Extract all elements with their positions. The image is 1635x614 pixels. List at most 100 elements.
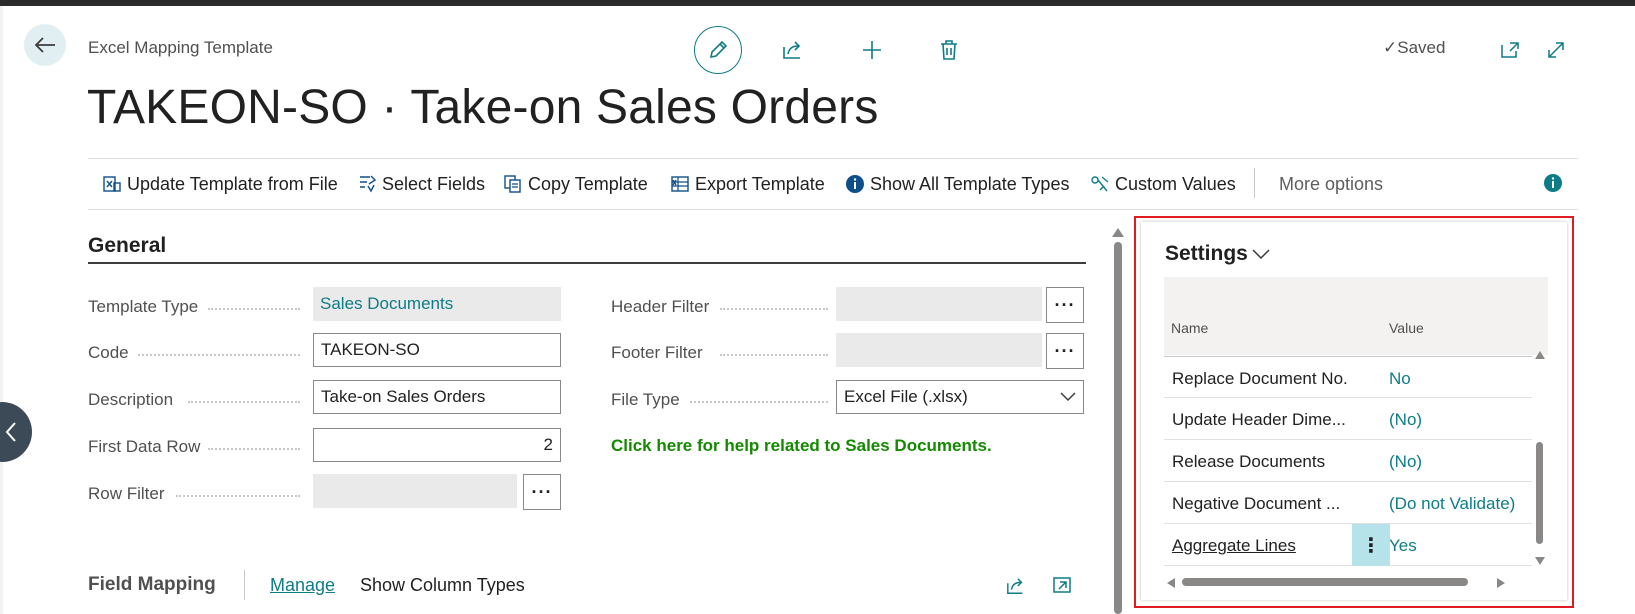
- setting-value[interactable]: (Do not Validate): [1389, 494, 1515, 514]
- expand-icon: [1548, 42, 1564, 58]
- row-filter-label: Row Filter: [88, 484, 165, 503]
- share-icon: [1007, 578, 1023, 594]
- excel-export-icon: [671, 176, 689, 192]
- settings-title-label: Settings: [1165, 242, 1248, 265]
- scroll-down-icon: [1535, 557, 1545, 565]
- add-button[interactable]: [848, 26, 896, 74]
- column-header-name[interactable]: Name: [1171, 320, 1208, 336]
- column-header-value[interactable]: Value: [1389, 320, 1424, 336]
- field-mapping-expand-button[interactable]: [1052, 576, 1072, 599]
- help-link[interactable]: Click here for help related to Sales Doc…: [611, 436, 992, 456]
- open-new-window-button[interactable]: [1486, 26, 1534, 74]
- copy-template-label: Copy Template: [528, 173, 648, 194]
- info-icon: [1544, 174, 1562, 192]
- copy-icon: [504, 175, 521, 193]
- saved-status: ✓Saved: [1383, 38, 1445, 58]
- scroll-up-icon: [1535, 351, 1545, 359]
- setting-value[interactable]: (No): [1389, 410, 1422, 430]
- chevron-left-icon: [5, 422, 16, 442]
- chevron-down-icon: [1252, 249, 1270, 259]
- first-data-row-input[interactable]: 2: [313, 428, 561, 462]
- file-type-select[interactable]: Excel File (.xlsx): [836, 380, 1084, 414]
- settings-row[interactable]: Update Header Dime... (No): [1164, 398, 1532, 440]
- collapse-navigation-button[interactable]: [0, 402, 32, 462]
- first-data-row-label: First Data Row: [88, 437, 201, 456]
- more-options-button[interactable]: More options: [1279, 170, 1383, 198]
- saved-label: Saved: [1397, 38, 1446, 57]
- copy-template-button[interactable]: Copy Template: [503, 170, 648, 198]
- select-fields-icon: [360, 175, 377, 193]
- back-button[interactable]: [24, 24, 66, 66]
- settings-horizontal-scrollbar[interactable]: [1164, 574, 1544, 590]
- description-input[interactable]: Take-on Sales Orders: [313, 380, 561, 414]
- field-mapping-share-button[interactable]: [1005, 576, 1027, 601]
- scroll-thumb[interactable]: [1536, 442, 1543, 544]
- settings-row[interactable]: Release Documents (No): [1164, 440, 1532, 482]
- row-filter-field[interactable]: [313, 474, 517, 508]
- row-filter-assist-button[interactable]: ···: [523, 474, 561, 510]
- settings-vertical-scrollbar[interactable]: [1532, 350, 1548, 568]
- checkmark-icon: ✓: [1383, 38, 1398, 57]
- excel-update-icon: [103, 176, 121, 192]
- show-all-template-types-label: Show All Template Types: [870, 173, 1070, 194]
- code-input[interactable]: TAKEON-SO: [313, 333, 561, 367]
- scroll-thumb[interactable]: [1114, 242, 1122, 614]
- breadcrumb[interactable]: Excel Mapping Template: [88, 38, 273, 58]
- show-column-types-button[interactable]: Show Column Types: [360, 575, 525, 596]
- setting-name: Update Header Dime...: [1172, 410, 1346, 429]
- select-fields-label: Select Fields: [382, 173, 486, 194]
- show-all-template-types-button[interactable]: Show All Template Types: [845, 170, 1069, 198]
- info-pane-button[interactable]: [1543, 173, 1563, 198]
- settings-row[interactable]: Replace Document No. No: [1164, 356, 1532, 398]
- custom-values-button[interactable]: Custom Values: [1090, 170, 1236, 198]
- share-button[interactable]: [769, 26, 817, 74]
- update-template-button[interactable]: Update Template from File: [102, 170, 338, 198]
- export-template-button[interactable]: Export Template: [670, 170, 825, 198]
- general-section-title[interactable]: General: [88, 234, 166, 258]
- setting-name: Release Documents: [1172, 452, 1326, 471]
- settings-row[interactable]: Negative Document ... (Do not Validate): [1164, 482, 1532, 524]
- footer-filter-field[interactable]: [836, 333, 1042, 367]
- leader-dots: [176, 495, 300, 497]
- template-type-field[interactable]: Sales Documents: [313, 287, 561, 321]
- delete-button[interactable]: [925, 26, 973, 74]
- code-label: Code: [88, 343, 129, 362]
- scroll-thumb[interactable]: [1182, 578, 1468, 586]
- settings-grid-header: [1164, 277, 1548, 355]
- open-new-window-icon: [1501, 42, 1519, 58]
- leader-dots: [720, 354, 828, 356]
- leader-dots: [208, 448, 300, 450]
- content-scrollbar[interactable]: [1111, 222, 1125, 614]
- field-mapping-title[interactable]: Field Mapping: [88, 574, 216, 596]
- manage-tab[interactable]: Manage: [270, 575, 335, 596]
- leader-dots: [138, 354, 300, 356]
- header-filter-field[interactable]: [836, 287, 1042, 321]
- settings-title[interactable]: Settings: [1165, 242, 1270, 266]
- footer-filter-assist-button[interactable]: ···: [1046, 333, 1084, 369]
- settings-row-selected[interactable]: Aggregate Lines Yes: [1164, 524, 1532, 566]
- add-icon: [863, 41, 881, 59]
- setting-value[interactable]: No: [1389, 369, 1411, 389]
- leader-dots: [208, 308, 300, 310]
- setting-name[interactable]: Aggregate Lines: [1172, 536, 1296, 556]
- field-mapping-separator: [244, 570, 245, 600]
- scroll-right-icon: [1497, 578, 1505, 588]
- update-template-label: Update Template from File: [127, 173, 338, 194]
- section-divider: [88, 262, 1086, 264]
- custom-values-icon: [1091, 176, 1109, 192]
- export-template-label: Export Template: [695, 173, 825, 194]
- scroll-up-icon: [1112, 228, 1124, 237]
- page-title: TAKEON-SO · Take-on Sales Orders: [87, 81, 879, 134]
- top-bar: [0, 0, 1635, 6]
- custom-values-label: Custom Values: [1115, 173, 1236, 194]
- edit-button[interactable]: [694, 26, 742, 74]
- select-fields-button[interactable]: Select Fields: [357, 170, 485, 198]
- row-actions-button[interactable]: ⋮: [1352, 524, 1390, 566]
- share-icon: [783, 41, 801, 59]
- info-icon: [846, 175, 864, 193]
- header-filter-assist-button[interactable]: ···: [1046, 287, 1084, 323]
- setting-value[interactable]: (No): [1389, 452, 1422, 472]
- setting-value[interactable]: Yes: [1389, 536, 1417, 556]
- setting-name: Replace Document No.: [1172, 369, 1348, 388]
- expand-button[interactable]: [1532, 26, 1580, 74]
